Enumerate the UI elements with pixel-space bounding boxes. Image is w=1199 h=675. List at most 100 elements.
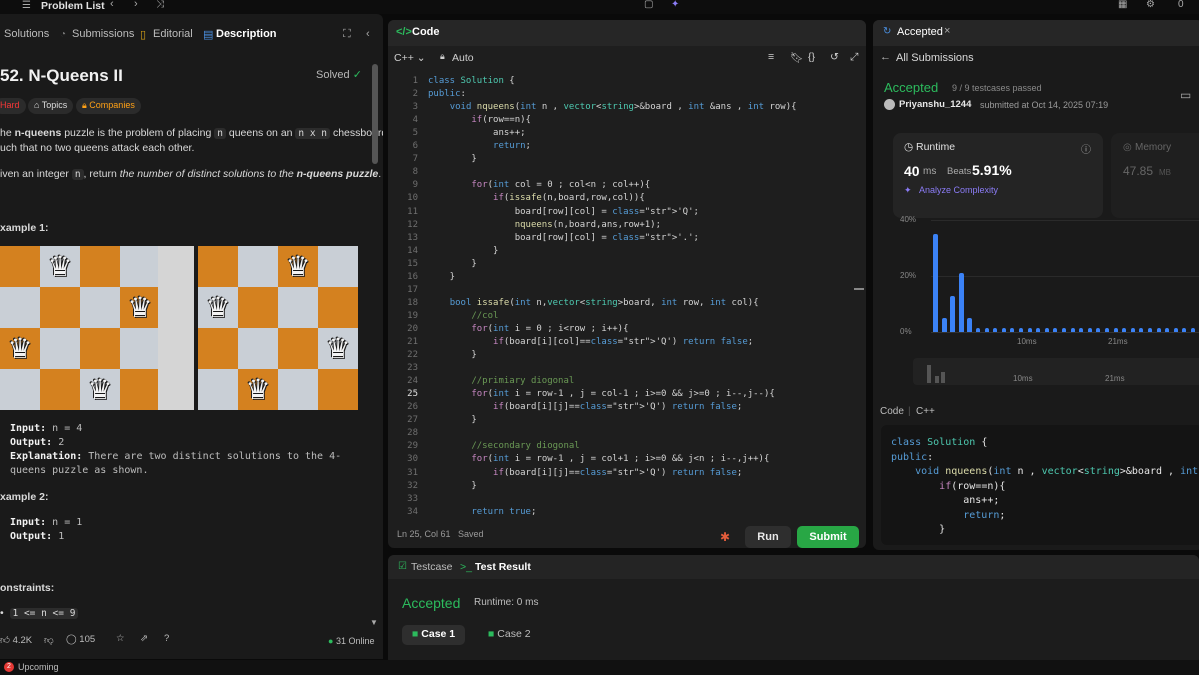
- chart-bar[interactable]: [1053, 327, 1058, 332]
- chart-bar[interactable]: [1036, 327, 1041, 332]
- submitted-code-snippet[interactable]: class Solution {public: void nqueens(int…: [881, 425, 1199, 545]
- tab-accepted[interactable]: Accepted: [897, 26, 943, 38]
- submit-button[interactable]: Submit: [797, 526, 859, 548]
- code-line[interactable]: }: [428, 246, 498, 256]
- chart-bar[interactable]: [958, 273, 964, 332]
- chart-bar[interactable]: [1027, 327, 1032, 332]
- case-1-tab[interactable]: ■ Case 1: [402, 625, 466, 645]
- code-line[interactable]: bool issafe(int n,vector<string>board, i…: [428, 298, 759, 308]
- format-icon[interactable]: ≡: [768, 51, 774, 63]
- username[interactable]: Priyanshu_1244: [899, 99, 971, 110]
- upcoming-label[interactable]: Upcoming: [18, 662, 59, 672]
- help-icon[interactable]: ?: [164, 633, 169, 644]
- chart-bar[interactable]: [1010, 327, 1015, 332]
- companies-button[interactable]: 🔒︎ Companies: [76, 98, 141, 114]
- code-tab[interactable]: Code: [412, 26, 440, 38]
- chart-bar[interactable]: [941, 318, 947, 332]
- chart-bar[interactable]: [1062, 327, 1066, 332]
- code-line[interactable]: for(int i = 0 ; i<row ; i++){: [428, 324, 628, 334]
- chart-bar[interactable]: [1087, 327, 1092, 332]
- chart-bar[interactable]: [1148, 327, 1152, 332]
- next-problem-icon[interactable]: ›: [134, 0, 138, 10]
- code-line[interactable]: for(int col = 0 ; col<n ; col++){: [428, 180, 650, 190]
- code-line[interactable]: if(issafe(n,board,row,col)){: [428, 193, 645, 203]
- runtime-distribution-chart[interactable]: 40% 20% 0% 10ms 21ms 10ms 21ms: [893, 215, 1199, 385]
- runtime-card[interactable]: ◷ Runtime ⓘ 40 ms Beats 5.91% ✦ Analyze …: [893, 133, 1103, 218]
- code-line[interactable]: }: [428, 272, 455, 282]
- code-line[interactable]: //col: [428, 311, 498, 321]
- code-line[interactable]: board[row][col] = class="str">'Q';: [428, 207, 699, 217]
- reset-icon[interactable]: ↺: [830, 51, 839, 63]
- code-line[interactable]: nqueens(n,board,ans,row+1);: [428, 220, 661, 230]
- chart-bar[interactable]: [1113, 327, 1118, 332]
- tab-submissions[interactable]: Submissions: [72, 28, 134, 40]
- tab-description[interactable]: Description: [216, 28, 277, 40]
- debug-icon[interactable]: ✱: [720, 530, 730, 544]
- chart-bar[interactable]: [976, 327, 980, 332]
- bookmark-icon[interactable]: 🔖︎: [790, 51, 803, 64]
- notes-icon[interactable]: ▢: [644, 0, 653, 10]
- chart-bar[interactable]: [1130, 327, 1135, 332]
- settings-icon[interactable]: ⚙: [1146, 0, 1155, 10]
- prev-problem-icon[interactable]: ‹: [110, 0, 114, 10]
- chart-bar[interactable]: [933, 234, 938, 332]
- comments-button[interactable]: ◯ 105: [66, 634, 95, 645]
- star-icon[interactable]: ☆: [116, 633, 125, 644]
- chart-bar[interactable]: [1019, 327, 1023, 332]
- chart-bar[interactable]: [950, 295, 956, 332]
- chart-bar[interactable]: [1182, 327, 1187, 332]
- code-line[interactable]: void nqueens(int n , vector<string>&boar…: [428, 102, 797, 112]
- avatar[interactable]: [884, 99, 895, 110]
- tab-editorial[interactable]: Editorial: [153, 28, 193, 40]
- chart-range-slider[interactable]: 10ms 21ms: [913, 358, 1199, 385]
- code-line[interactable]: if(board[i][col]==class="str">'Q') retur…: [428, 337, 753, 347]
- dislike-icon[interactable]: 👎︎: [44, 634, 54, 646]
- code-line[interactable]: }: [428, 415, 476, 425]
- chart-bar[interactable]: [1070, 327, 1075, 332]
- code-line[interactable]: //primiary diogonal: [428, 376, 574, 386]
- tab-testcase[interactable]: Testcase: [411, 561, 452, 573]
- sparkle-icon[interactable]: ✦: [671, 0, 679, 10]
- auto-mode[interactable]: Auto: [452, 52, 474, 64]
- info-icon[interactable]: ⓘ: [1081, 141, 1091, 156]
- shuffle-icon[interactable]: ⤨: [156, 0, 164, 10]
- notification-icon[interactable]: 2: [4, 662, 14, 672]
- all-submissions-link[interactable]: All Submissions: [896, 52, 974, 64]
- braces-icon[interactable]: {}: [808, 51, 815, 63]
- code-line[interactable]: ans++;: [428, 128, 526, 138]
- tab-solutions[interactable]: Solutions: [4, 28, 49, 40]
- code-line[interactable]: return true;: [428, 507, 536, 517]
- scroll-down-icon[interactable]: ▼: [370, 618, 378, 627]
- chart-bar[interactable]: [1044, 327, 1049, 332]
- back-arrow-icon[interactable]: ←: [880, 51, 891, 63]
- code-line[interactable]: class Solution {: [428, 76, 515, 86]
- close-icon[interactable]: ×: [944, 25, 950, 37]
- code-line[interactable]: }: [428, 350, 476, 360]
- chart-bar[interactable]: [1001, 327, 1006, 332]
- code-line[interactable]: if(row==n){: [428, 115, 531, 125]
- book-icon[interactable]: ▭: [1180, 88, 1191, 102]
- code-line[interactable]: board[row][col] = class="str">'.';: [428, 233, 699, 243]
- chart-bar[interactable]: [1173, 327, 1178, 332]
- code-line[interactable]: //secondary diogonal: [428, 441, 579, 451]
- chart-bar[interactable]: [1139, 327, 1144, 332]
- problem-list-link[interactable]: Problem List: [41, 0, 105, 12]
- chart-bar[interactable]: [1079, 327, 1084, 332]
- memory-card[interactable]: ◎ Memory 47.85 MB: [1111, 133, 1199, 218]
- expand-icon[interactable]: ⛶: [343, 28, 351, 41]
- description-scrollbar[interactable]: ▼: [370, 64, 378, 627]
- chart-bar[interactable]: [993, 327, 998, 332]
- code-line[interactable]: }: [428, 154, 476, 164]
- language-select[interactable]: C++ ⌄: [394, 52, 426, 64]
- run-button[interactable]: Run: [745, 526, 791, 548]
- analyze-complexity-link[interactable]: Analyze Complexity: [919, 185, 998, 195]
- chart-bar[interactable]: [1122, 327, 1127, 332]
- chart-bar[interactable]: [1165, 327, 1170, 332]
- chart-bar[interactable]: [1105, 327, 1109, 332]
- chart-bar[interactable]: [1096, 327, 1101, 332]
- chart-bar[interactable]: [967, 318, 973, 332]
- code-line[interactable]: }: [428, 481, 476, 491]
- code-line[interactable]: if(board[i][j]==class="str">'Q') return …: [428, 402, 742, 412]
- code-line[interactable]: }: [428, 259, 476, 269]
- topics-button[interactable]: ⌂ Topics: [28, 98, 74, 114]
